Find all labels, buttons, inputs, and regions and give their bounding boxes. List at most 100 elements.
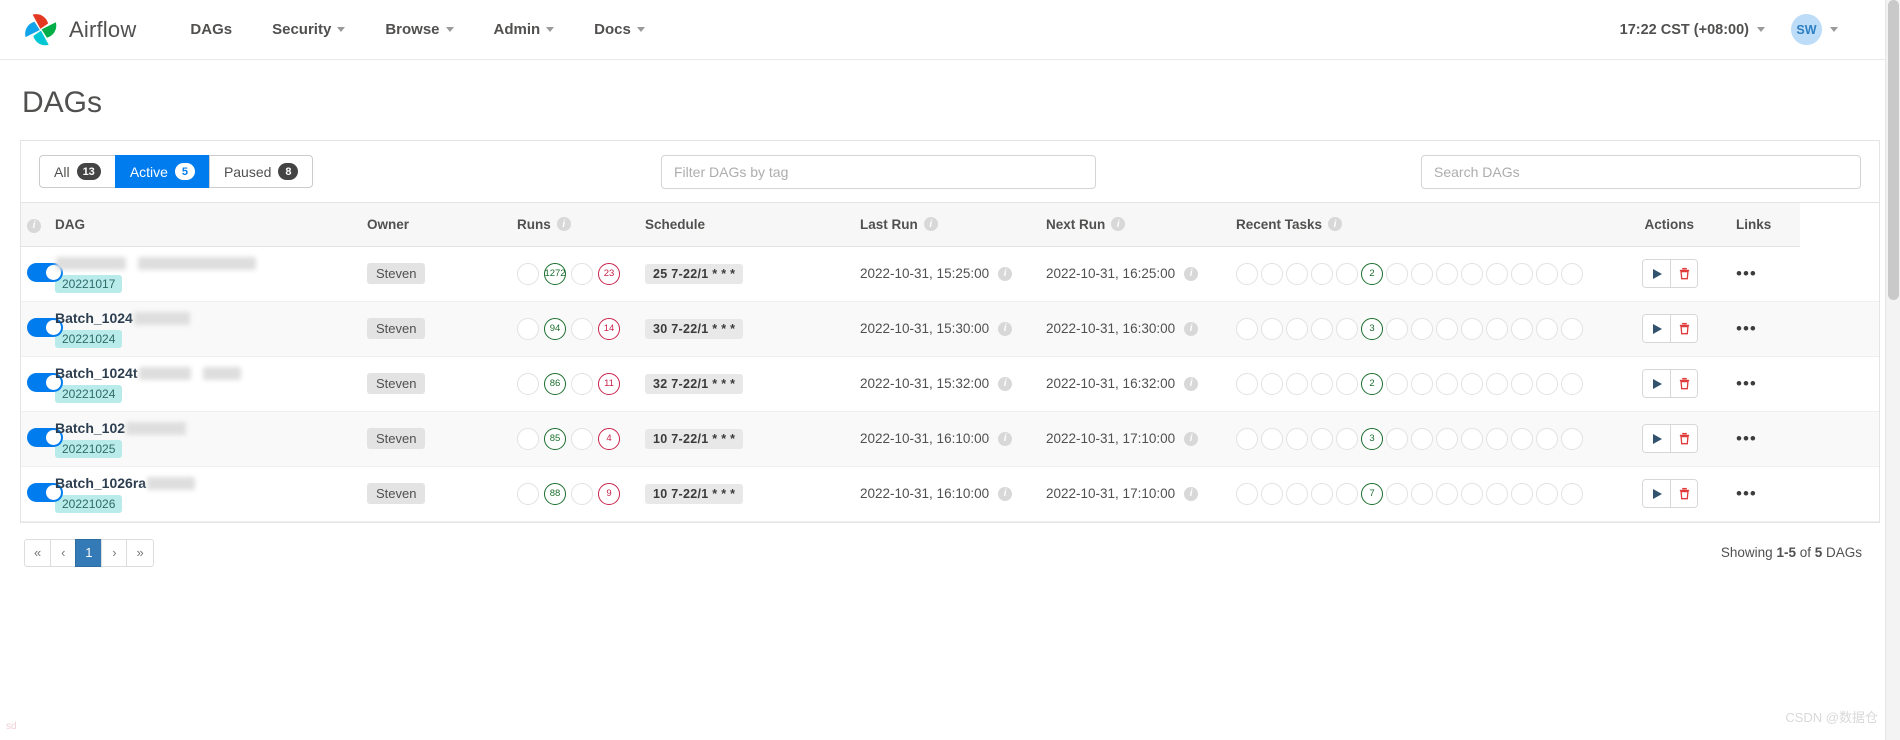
run-state-empty[interactable] [517,317,539,340]
owner-chip[interactable]: Steven [367,428,426,449]
search-input[interactable] [1421,155,1861,189]
task-state-empty[interactable] [1436,427,1458,450]
dag-tag[interactable]: 20221025 [55,439,123,458]
task-state-success[interactable]: 3 [1361,427,1383,450]
task-state-empty[interactable] [1461,262,1483,285]
task-state-empty[interactable] [1311,317,1333,340]
task-state-empty[interactable] [1236,372,1258,395]
task-state-empty[interactable] [1511,317,1533,340]
delete-dag-button[interactable] [1670,370,1697,397]
more-links-icon[interactable]: ••• [1736,429,1757,448]
task-state-empty[interactable] [1511,427,1533,450]
task-state-empty[interactable] [1411,317,1433,340]
info-icon[interactable]: i [923,217,938,232]
run-state-red[interactable]: 4 [598,427,620,450]
task-state-empty[interactable] [1286,482,1308,505]
dag-tag[interactable]: 20221024 [55,384,123,403]
run-state-red[interactable]: 9 [598,482,620,505]
task-state-empty[interactable] [1561,372,1583,395]
tab-paused[interactable]: Paused 8 [208,155,314,188]
task-state-empty[interactable] [1236,482,1258,505]
trigger-dag-button[interactable] [1643,425,1670,452]
task-state-empty[interactable] [1261,317,1283,340]
task-state-empty[interactable] [1461,372,1483,395]
task-state-empty[interactable] [1336,372,1358,395]
run-state-red[interactable]: 14 [598,317,620,340]
run-state-green[interactable]: 1272 [544,262,566,285]
task-state-empty[interactable] [1386,482,1408,505]
dag-name-link[interactable] [55,255,355,271]
timezone-selector[interactable]: 17:22 CST (+08:00) [1620,22,1765,38]
task-state-empty[interactable] [1311,262,1333,285]
task-state-empty[interactable] [1536,427,1558,450]
task-state-empty[interactable] [1461,482,1483,505]
pagination-button-4[interactable]: » [126,538,154,567]
task-state-empty[interactable] [1486,372,1508,395]
run-state-empty[interactable] [571,262,593,285]
task-state-empty[interactable] [1261,427,1283,450]
task-state-empty[interactable] [1536,372,1558,395]
task-state-empty[interactable] [1511,482,1533,505]
dag-name-link[interactable]: Batch_1026ra [55,475,355,491]
task-state-empty[interactable] [1286,262,1308,285]
schedule-chip[interactable]: 10 7-22/1 * * * [645,428,744,449]
task-state-empty[interactable] [1261,372,1283,395]
trigger-dag-button[interactable] [1643,480,1670,507]
tab-all[interactable]: All 13 [39,155,116,188]
run-state-empty[interactable] [571,427,593,450]
task-state-empty[interactable] [1436,482,1458,505]
user-menu[interactable]: SW [1791,14,1838,45]
task-state-empty[interactable] [1336,482,1358,505]
th-next-run[interactable]: Next Run i [1040,203,1230,247]
nav-item-admin[interactable]: Admin [474,13,575,46]
task-state-success[interactable]: 2 [1361,372,1383,395]
run-state-empty[interactable] [517,262,539,285]
page-scrollbar[interactable] [1885,0,1900,740]
task-state-empty[interactable] [1336,427,1358,450]
task-state-empty[interactable] [1311,427,1333,450]
tab-active[interactable]: Active 5 [114,155,210,188]
task-state-empty[interactable] [1511,372,1533,395]
dag-tag[interactable]: 20221026 [55,494,123,513]
nav-item-docs[interactable]: Docs [574,13,665,46]
info-icon[interactable]: i [1184,486,1199,501]
run-state-empty[interactable] [517,427,539,450]
info-icon[interactable]: i [998,486,1013,501]
schedule-chip[interactable]: 25 7-22/1 * * * [645,263,744,284]
owner-chip[interactable]: Steven [367,318,426,339]
task-state-empty[interactable] [1536,262,1558,285]
th-schedule[interactable]: Schedule [639,203,854,247]
run-state-green[interactable]: 94 [544,317,566,340]
th-last-run[interactable]: Last Run i [854,203,1040,247]
schedule-chip[interactable]: 32 7-22/1 * * * [645,373,744,394]
info-icon[interactable]: i [1328,217,1343,232]
owner-chip[interactable]: Steven [367,263,426,284]
task-state-empty[interactable] [1236,317,1258,340]
dag-tag[interactable]: 20221024 [55,329,123,348]
task-state-empty[interactable] [1411,427,1433,450]
more-links-icon[interactable]: ••• [1736,484,1757,503]
scrollbar-thumb[interactable] [1888,0,1899,300]
task-state-empty[interactable] [1561,262,1583,285]
task-state-empty[interactable] [1411,262,1433,285]
owner-chip[interactable]: Steven [367,483,426,504]
schedule-chip[interactable]: 10 7-22/1 * * * [645,483,744,504]
task-state-empty[interactable] [1486,427,1508,450]
task-state-empty[interactable] [1411,372,1433,395]
task-state-empty[interactable] [1536,482,1558,505]
more-links-icon[interactable]: ••• [1736,374,1757,393]
trigger-dag-button[interactable] [1643,370,1670,397]
run-state-empty[interactable] [517,482,539,505]
task-state-empty[interactable] [1311,482,1333,505]
th-owner[interactable]: Owner [361,203,511,247]
task-state-empty[interactable] [1336,317,1358,340]
run-state-empty[interactable] [517,372,539,395]
task-state-empty[interactable] [1311,372,1333,395]
task-state-empty[interactable] [1261,262,1283,285]
owner-chip[interactable]: Steven [367,373,426,394]
info-icon[interactable]: i [27,218,41,233]
delete-dag-button[interactable] [1670,260,1697,287]
brand-logo-link[interactable]: Airflow [22,11,136,49]
delete-dag-button[interactable] [1670,425,1697,452]
task-state-empty[interactable] [1386,262,1408,285]
